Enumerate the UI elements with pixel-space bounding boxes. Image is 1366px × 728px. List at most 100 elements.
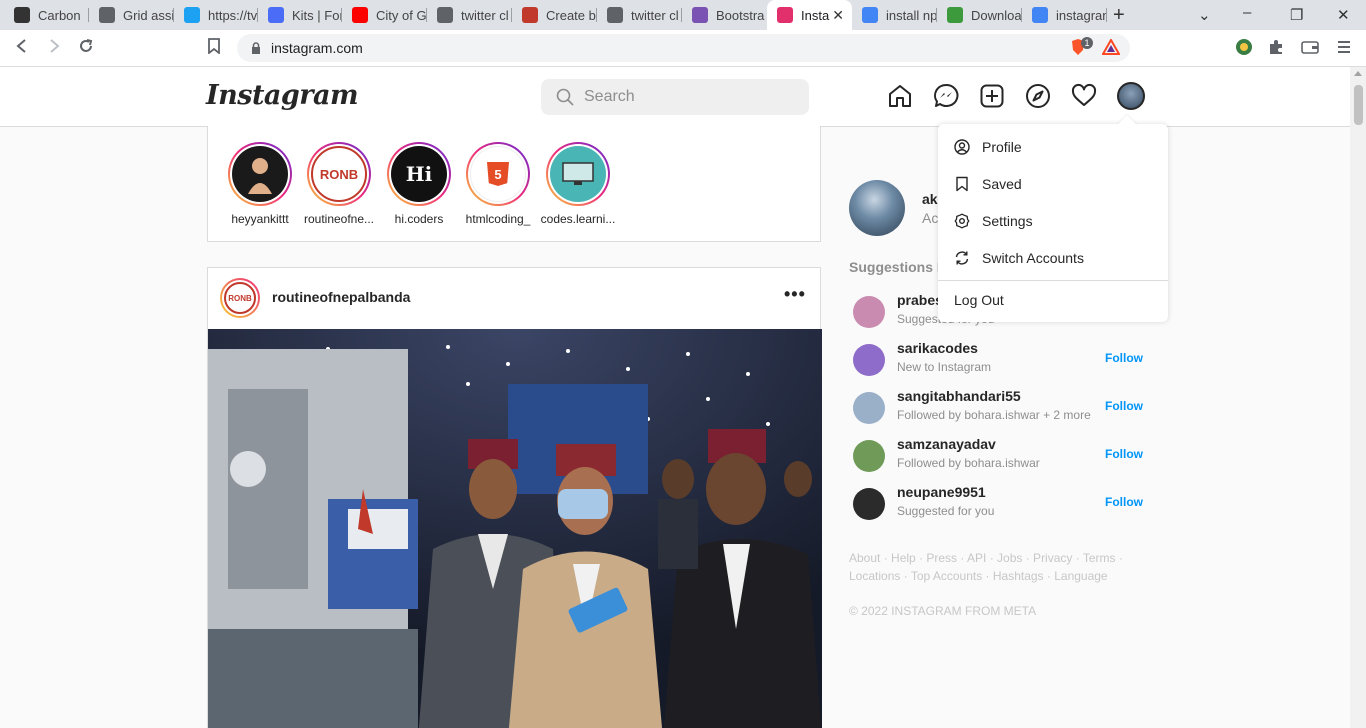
bookmark-icon[interactable] — [207, 38, 221, 59]
story-item[interactable]: 5 htmlcoding_ — [458, 142, 538, 226]
restore-button[interactable]: ❐ — [1290, 6, 1303, 24]
post-image[interactable] — [208, 329, 822, 728]
story-username: routineofne... — [303, 212, 375, 226]
story-item[interactable]: RONB routineofne... — [299, 142, 379, 226]
suggestion-avatar[interactable] — [853, 296, 885, 328]
browser-tab[interactable]: Create b — [512, 0, 597, 30]
post-author-username[interactable]: routineofnepalbanda — [272, 289, 410, 305]
current-user-avatar[interactable] — [849, 180, 905, 236]
browser-tab[interactable]: Bootstra — [682, 0, 767, 30]
feed-post: RONB routineofnepalbanda ••• — [207, 267, 822, 728]
suggestion-username[interactable]: neupane9951 — [897, 484, 986, 500]
suggestion-avatar[interactable] — [853, 440, 885, 472]
profile-avatar-button[interactable] — [1117, 82, 1145, 110]
story-avatar: 5 — [470, 146, 526, 202]
explore-icon[interactable] — [1025, 83, 1051, 109]
tab-title: Kits | For — [292, 7, 342, 23]
browser-tab[interactable]: install np — [852, 0, 937, 30]
tab-favicon-icon — [522, 7, 538, 23]
story-item[interactable]: heyyankittt — [220, 142, 300, 226]
suggestion-username[interactable]: sarikacodes — [897, 340, 978, 356]
search-placeholder: Search — [584, 88, 635, 105]
browser-toolbar: instagram.com 1 — [0, 30, 1366, 67]
extensions-icon[interactable] — [1267, 38, 1285, 56]
menu-item-label: Settings — [982, 212, 1033, 229]
footer-links-line[interactable]: About · Help · Press · API · Jobs · Priv… — [849, 549, 1149, 567]
story-item[interactable]: codes.learni... — [538, 142, 618, 226]
scrollbar-thumb[interactable] — [1354, 85, 1363, 125]
menu-icon[interactable] — [1335, 38, 1353, 56]
browser-tab[interactable]: Grid assi — [89, 0, 174, 30]
menu-item-logout[interactable]: Log Out — [954, 292, 1004, 308]
reload-icon[interactable] — [78, 38, 94, 59]
follow-button[interactable]: Follow — [1105, 399, 1143, 413]
search-input[interactable]: Search — [541, 79, 809, 115]
messenger-icon[interactable] — [933, 83, 959, 109]
post-options-icon[interactable]: ••• — [784, 284, 806, 305]
follow-button[interactable]: Follow — [1105, 351, 1143, 365]
activity-heart-icon[interactable] — [1071, 83, 1097, 109]
tab-favicon-icon — [777, 7, 793, 23]
tab-favicon-icon — [862, 7, 878, 23]
tab-title: Insta — [801, 7, 830, 23]
follow-button[interactable]: Follow — [1105, 495, 1143, 509]
back-icon[interactable] — [14, 38, 30, 59]
wallet-icon[interactable] — [1301, 38, 1319, 56]
suggestion-username[interactable]: prabes — [897, 292, 943, 308]
url-text: instagram.com — [271, 40, 363, 56]
minimize-button[interactable]: – — [1243, 4, 1251, 21]
vpn-extension-icon[interactable] — [1235, 38, 1253, 56]
footer-links[interactable]: About · Help · Press · API · Jobs · Priv… — [849, 549, 1149, 585]
suggestion-username[interactable]: samzanayadav — [897, 436, 996, 452]
suggestion-reason: Followed by bohara.ishwar + 2 more — [897, 408, 1091, 422]
tab-title: instagran — [1056, 7, 1107, 23]
story-username: codes.learni... — [540, 212, 616, 226]
suggestion-avatar[interactable] — [853, 392, 885, 424]
story-username: heyyankittt — [231, 212, 289, 226]
browser-tab[interactable]: Insta ✕ — [767, 0, 852, 30]
browser-tab[interactable]: Downloa — [937, 0, 1022, 30]
suggestion-reason: New to Instagram — [897, 360, 992, 374]
page-scrollbar[interactable] — [1350, 67, 1366, 728]
story-item[interactable]: Hi hi.coders — [379, 142, 459, 226]
menu-item-profile[interactable]: Profile — [938, 128, 1168, 165]
tab-title: Downloa — [971, 7, 1022, 23]
current-user-name[interactable]: ak — [922, 191, 938, 207]
home-icon[interactable] — [887, 83, 913, 109]
tab-favicon-icon — [268, 7, 284, 23]
stories-tray: heyyankittt RONB routineofne... Hi hi.co… — [207, 126, 821, 242]
footer-links-line[interactable]: Locations · Top Accounts · Hashtags · La… — [849, 567, 1149, 585]
search-icon — [556, 88, 574, 106]
tab-favicon-icon — [947, 7, 963, 23]
scroll-up-icon[interactable] — [1354, 71, 1362, 76]
tab-favicon-icon — [184, 7, 200, 23]
menu-item-settings[interactable]: Settings — [938, 202, 1168, 239]
browser-tab[interactable]: twitter cl — [427, 0, 512, 30]
menu-item-switch-accounts[interactable]: Switch Accounts — [938, 239, 1168, 276]
suggestion-username[interactable]: sangitabhandari55 — [897, 388, 1021, 404]
browser-tab[interactable]: City of G — [342, 0, 427, 30]
browser-tab[interactable]: Kits | For — [258, 0, 342, 30]
forward-icon[interactable] — [46, 38, 62, 59]
browser-tab[interactable]: instagran — [1022, 0, 1107, 30]
suggestion-item: neupane9951 Suggested for you Follow — [853, 484, 1143, 524]
instagram-logo[interactable]: Instagram — [206, 80, 359, 111]
switch-accounts-icon — [955, 250, 969, 265]
new-tab-button[interactable]: + — [1113, 4, 1125, 27]
address-bar[interactable]: instagram.com — [237, 34, 1130, 62]
browser-tab[interactable]: twitter cl — [597, 0, 682, 30]
lock-icon — [252, 42, 260, 54]
suggestion-avatar[interactable] — [853, 488, 885, 520]
browser-tab[interactable]: Carbon — [4, 0, 89, 30]
post-author-avatar[interactable]: RONB — [220, 278, 260, 318]
tab-search-icon[interactable]: ⌄ — [1198, 6, 1211, 24]
menu-item-saved[interactable]: Saved — [938, 165, 1168, 202]
menu-divider — [938, 280, 1168, 281]
tab-close-icon[interactable]: ✕ — [832, 7, 844, 24]
browser-tab[interactable]: https://tv — [174, 0, 258, 30]
follow-button[interactable]: Follow — [1105, 447, 1143, 461]
brave-rewards-icon[interactable] — [1102, 38, 1120, 56]
suggestion-avatar[interactable] — [853, 344, 885, 376]
new-post-icon[interactable] — [979, 83, 1005, 109]
close-window-button[interactable]: ✕ — [1337, 6, 1350, 24]
